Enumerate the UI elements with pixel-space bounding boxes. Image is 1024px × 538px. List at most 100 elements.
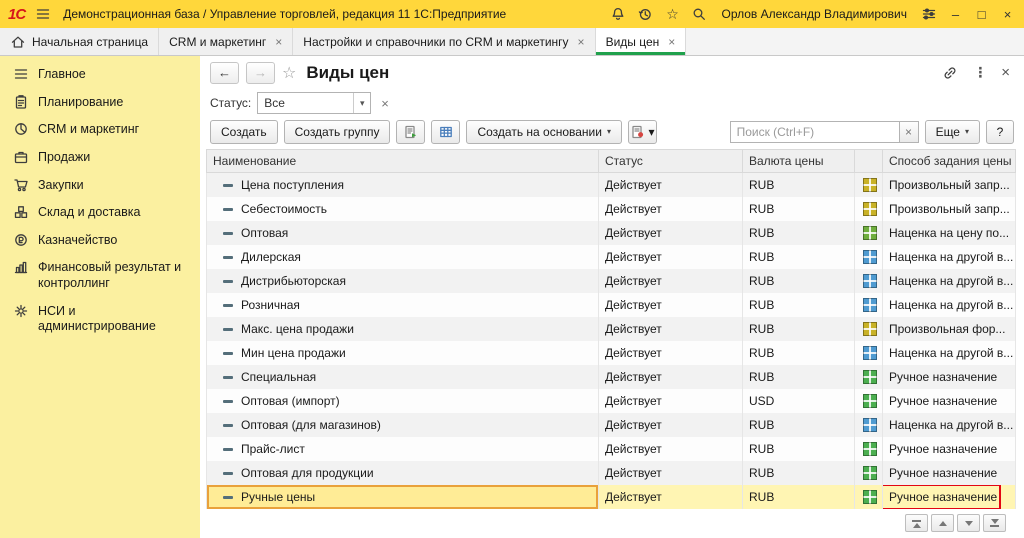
price-type-name: Специальная: [241, 370, 316, 384]
maximize-button[interactable]: □: [973, 7, 990, 22]
sales-icon: [13, 149, 29, 165]
column-header-currency[interactable]: Валюта цены: [743, 150, 855, 173]
price-type-name: Розничная: [241, 298, 300, 312]
price-types-table-body: Цена поступления Действует RUB Произволь…: [207, 173, 1016, 510]
close-form-icon[interactable]: ×: [1001, 64, 1010, 81]
table-row[interactable]: Специальная Действует RUB Ручное назначе…: [207, 365, 1016, 389]
method-icon: [863, 490, 877, 504]
price-type-currency: USD: [743, 389, 855, 413]
column-header-method[interactable]: Способ задания цены: [883, 150, 1016, 173]
column-header-status[interactable]: Статус: [599, 150, 743, 173]
tab-close-icon[interactable]: ×: [668, 35, 675, 49]
sidebar-item-treasury[interactable]: Казначейство: [0, 227, 200, 255]
price-type-status: Действует: [599, 221, 743, 245]
tab-close-icon[interactable]: ×: [275, 35, 282, 49]
tab-0[interactable]: Начальная страница: [0, 28, 159, 55]
price-types-table: Наименование Статус Валюта цены Способ з…: [206, 149, 1016, 509]
column-header-method-icon[interactable]: [855, 150, 883, 173]
price-type-currency: RUB: [743, 197, 855, 221]
price-type-status: Действует: [599, 485, 743, 509]
favorite-star-icon[interactable]: ☆: [282, 63, 296, 83]
method-icon: [863, 370, 877, 384]
price-type-currency: RUB: [743, 341, 855, 365]
table-row[interactable]: Оптовая Действует RUB Наценка на цену по…: [207, 221, 1016, 245]
create-based-on-button[interactable]: Создать на основании ▾: [466, 120, 622, 144]
sidebar-item-admin[interactable]: НСИ и администрирование: [0, 298, 200, 341]
table-row[interactable]: Оптовая (для магазинов) Действует RUB На…: [207, 413, 1016, 437]
item-dash-icon: [223, 280, 233, 283]
create-button[interactable]: Создать: [210, 120, 278, 144]
column-header-name[interactable]: Наименование: [207, 150, 599, 173]
tab-close-icon[interactable]: ×: [578, 35, 585, 49]
settings-sliders-icon[interactable]: [920, 5, 938, 23]
table-row[interactable]: Оптовая для продукции Действует RUB Ручн…: [207, 461, 1016, 485]
get-link-icon[interactable]: [941, 64, 959, 82]
search-clear-icon[interactable]: ×: [900, 121, 919, 143]
status-filter-clear-icon[interactable]: ×: [377, 96, 393, 111]
notifications-icon[interactable]: [609, 5, 627, 23]
table-row[interactable]: Дилерская Действует RUB Наценка на друго…: [207, 245, 1016, 269]
price-type-currency: RUB: [743, 245, 855, 269]
history-icon[interactable]: [636, 5, 654, 23]
current-user[interactable]: Орлов Александр Владимирович: [721, 7, 907, 21]
sidebar-item-sales[interactable]: Продажи: [0, 144, 200, 172]
minimize-button[interactable]: –: [947, 7, 964, 22]
list-settings-button[interactable]: [431, 120, 460, 144]
method-icon: [863, 346, 877, 360]
finance-icon: [13, 259, 29, 275]
more-actions-icon[interactable]: ⋮: [973, 64, 987, 81]
method-icon: [863, 250, 877, 264]
close-window-button[interactable]: ×: [999, 7, 1016, 22]
price-type-method: Ручное назначение: [889, 490, 997, 504]
main-menu-icon[interactable]: [34, 5, 52, 23]
table-row[interactable]: Розничная Действует RUB Наценка на друго…: [207, 293, 1016, 317]
item-dash-icon: [223, 376, 233, 379]
more-button[interactable]: Еще ▾: [925, 120, 980, 144]
search-input[interactable]: [730, 121, 900, 143]
back-button[interactable]: ←: [210, 62, 239, 84]
output-list-icon: [403, 124, 419, 140]
sidebar-item-planning[interactable]: Планирование: [0, 89, 200, 117]
dropdown-icon: ▾: [648, 125, 654, 139]
price-type-status: Действует: [599, 341, 743, 365]
planning-icon: [13, 94, 29, 110]
sidebar-item-crm[interactable]: CRM и маркетинг: [0, 116, 200, 144]
price-type-method: Наценка на другой в...: [889, 418, 1013, 432]
table-row[interactable]: Дистрибьюторская Действует RUB Наценка н…: [207, 269, 1016, 293]
sidebar-item-menu[interactable]: Главное: [0, 61, 200, 89]
sidebar-item-purchases[interactable]: Закупки: [0, 172, 200, 200]
scroll-down-button[interactable]: [957, 514, 980, 532]
help-button[interactable]: ?: [986, 120, 1014, 144]
favorites-icon[interactable]: ☆: [663, 5, 681, 23]
table-row[interactable]: Прайс-лист Действует RUB Ручное назначен…: [207, 437, 1016, 461]
sidebar-item-warehouse[interactable]: Склад и доставка: [0, 199, 200, 227]
tab-1[interactable]: CRM и маркетинг ×: [159, 28, 293, 55]
status-filter-combobox[interactable]: Все ▾: [257, 92, 371, 114]
price-type-name: Прайс-лист: [241, 442, 305, 456]
table-row[interactable]: Макс. цена продажи Действует RUB Произво…: [207, 317, 1016, 341]
list-scroll-nav: [905, 514, 1006, 532]
sidebar-item-finance[interactable]: Финансовый результат и контроллинг: [0, 254, 200, 297]
output-list-button[interactable]: [396, 120, 425, 144]
global-search-icon[interactable]: [690, 5, 708, 23]
table-row[interactable]: Ручные цены Действует RUB Ручное назначе…: [207, 485, 1016, 509]
1c-logo: 1С: [8, 6, 25, 23]
create-group-button[interactable]: Создать группу: [284, 120, 391, 144]
price-type-method: Ручное назначение: [889, 442, 997, 456]
table-row[interactable]: Себестоимость Действует RUB Произвольный…: [207, 197, 1016, 221]
table-row[interactable]: Цена поступления Действует RUB Произволь…: [207, 173, 1016, 198]
status-filter-label: Статус:: [210, 96, 251, 110]
price-type-name: Ручные цены: [241, 490, 315, 504]
tab-2[interactable]: Настройки и справочники по CRM и маркети…: [293, 28, 595, 55]
scroll-top-button[interactable]: [905, 514, 928, 532]
tab-3[interactable]: Виды цен ×: [596, 28, 687, 55]
table-row[interactable]: Оптовая (импорт) Действует USD Ручное на…: [207, 389, 1016, 413]
price-type-currency: RUB: [743, 221, 855, 245]
price-type-status: Действует: [599, 365, 743, 389]
reports-dropdown-button[interactable]: ▾: [628, 120, 657, 144]
table-row[interactable]: Мин цена продажи Действует RUB Наценка н…: [207, 341, 1016, 365]
combo-dropdown-icon[interactable]: ▾: [353, 93, 370, 113]
forward-button[interactable]: →: [246, 62, 275, 84]
scroll-bottom-button[interactable]: [983, 514, 1006, 532]
scroll-up-button[interactable]: [931, 514, 954, 532]
